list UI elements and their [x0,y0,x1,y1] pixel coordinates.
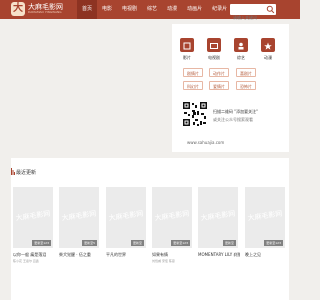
category-tag[interactable]: 恐怖片 [236,81,256,90]
quick-link-label: 动漫 [264,55,272,60]
video-title[interactable]: 平凡的世界 [106,252,148,258]
top-navbar: 大 大麻毛影网 DAMAMAO YINGWANG 首页 电影 电视剧 综艺 动漫… [0,0,300,23]
nav-item-movies[interactable]: 电影 [97,0,117,19]
logo-mark: 大 [11,2,25,16]
nav-item-documentary[interactable]: 纪录片 [207,0,232,19]
video-card[interactable]: 大麻毛影网 更新至 [198,187,238,248]
episode-badge: 更新至123 [171,240,190,246]
poster-placeholder: 大麻毛影网 [247,209,283,223]
episode-badge: 更新至5 [82,240,97,246]
poster-placeholder: 大麻毛影网 [15,209,51,223]
quick-link-label: 综艺 [237,55,245,60]
category-tag[interactable]: 科幻片 [183,81,203,90]
category-tag[interactable]: 剧情片 [183,68,203,77]
video-card[interactable]: 大麻毛影网 更新至 [106,187,146,248]
episode-badge: 更新至123 [264,240,283,246]
category-tag[interactable]: 动作片 [209,68,229,77]
tv-icon [210,43,218,49]
quick-link-label: 电视剧 [208,55,220,60]
search-icon[interactable] [266,5,275,14]
video-title[interactable]: 柴犬觉醒 · 伍之重 [59,252,101,258]
quick-link-movie-tile[interactable] [180,38,194,52]
video-cast: 刘恺威 宋佳 陈思 [152,259,175,263]
video-cast: 陈小花 王嘉尔 吕鑫 [13,259,39,263]
section-title: 最近更新 [16,170,37,176]
episode-badge: 更新至 [130,240,144,246]
video-card[interactable]: 大麻毛影网 更新至5 [59,187,99,248]
search-input[interactable] [230,12,266,23]
site-url: www.sahuajia.com [187,140,225,145]
search-box [230,4,276,23]
quick-link-variety-tile[interactable] [234,38,248,52]
category-tag[interactable]: 喜剧片 [236,68,256,77]
nav-item-tv[interactable]: 电视剧 [117,0,142,19]
quick-link-tv-tile[interactable] [207,38,221,52]
video-title[interactable]: MOMENTARY LILY 刹那之花 [198,252,240,258]
video-title[interactable]: 晚上之见 [245,252,287,258]
video-card[interactable]: 大麻毛影网 更新至123 [13,187,53,248]
quick-link-label: 影片 [183,55,191,60]
poster-placeholder: 大麻毛影网 [200,209,236,223]
poster-placeholder: 大麻毛影网 [61,209,97,223]
nav-item-home[interactable]: 首页 [77,0,98,19]
video-card[interactable]: 大麻毛影网 更新至123 [152,187,192,248]
video-title[interactable]: 以你一般 痛是落泪 [13,252,55,258]
qr-code [182,101,208,127]
poster-placeholder: 大麻毛影网 [154,209,190,223]
nav-item-variety[interactable]: 综艺 [142,0,162,19]
episode-badge: 更新至123 [32,240,51,246]
video-title[interactable]: 如果有情 [152,252,194,258]
film-icon [183,42,191,50]
qr-subtext: 或关注公众号搜索观看 [213,117,253,122]
person-icon [238,42,244,50]
poster-placeholder: 大麻毛影网 [108,209,144,223]
bars-icon [11,168,15,175]
nav-item-anime[interactable]: 动漫 [162,0,182,19]
category-tag[interactable]: 爱情片 [209,81,229,90]
video-card[interactable]: 大麻毛影网 更新至123 [245,187,285,248]
star-icon [264,42,272,50]
logo-tagline: DAMAMAO YINGWANG [28,10,62,14]
nav-item-cartoon[interactable]: 动画片 [182,0,207,19]
qr-heading: 扫描二维码 "添加要关注" [213,109,258,114]
quick-link-anime-tile[interactable] [261,38,275,52]
site-logo[interactable]: 大 大麻毛影网 DAMAMAO YINGWANG [11,2,67,16]
episode-badge: 更新至 [222,240,236,246]
